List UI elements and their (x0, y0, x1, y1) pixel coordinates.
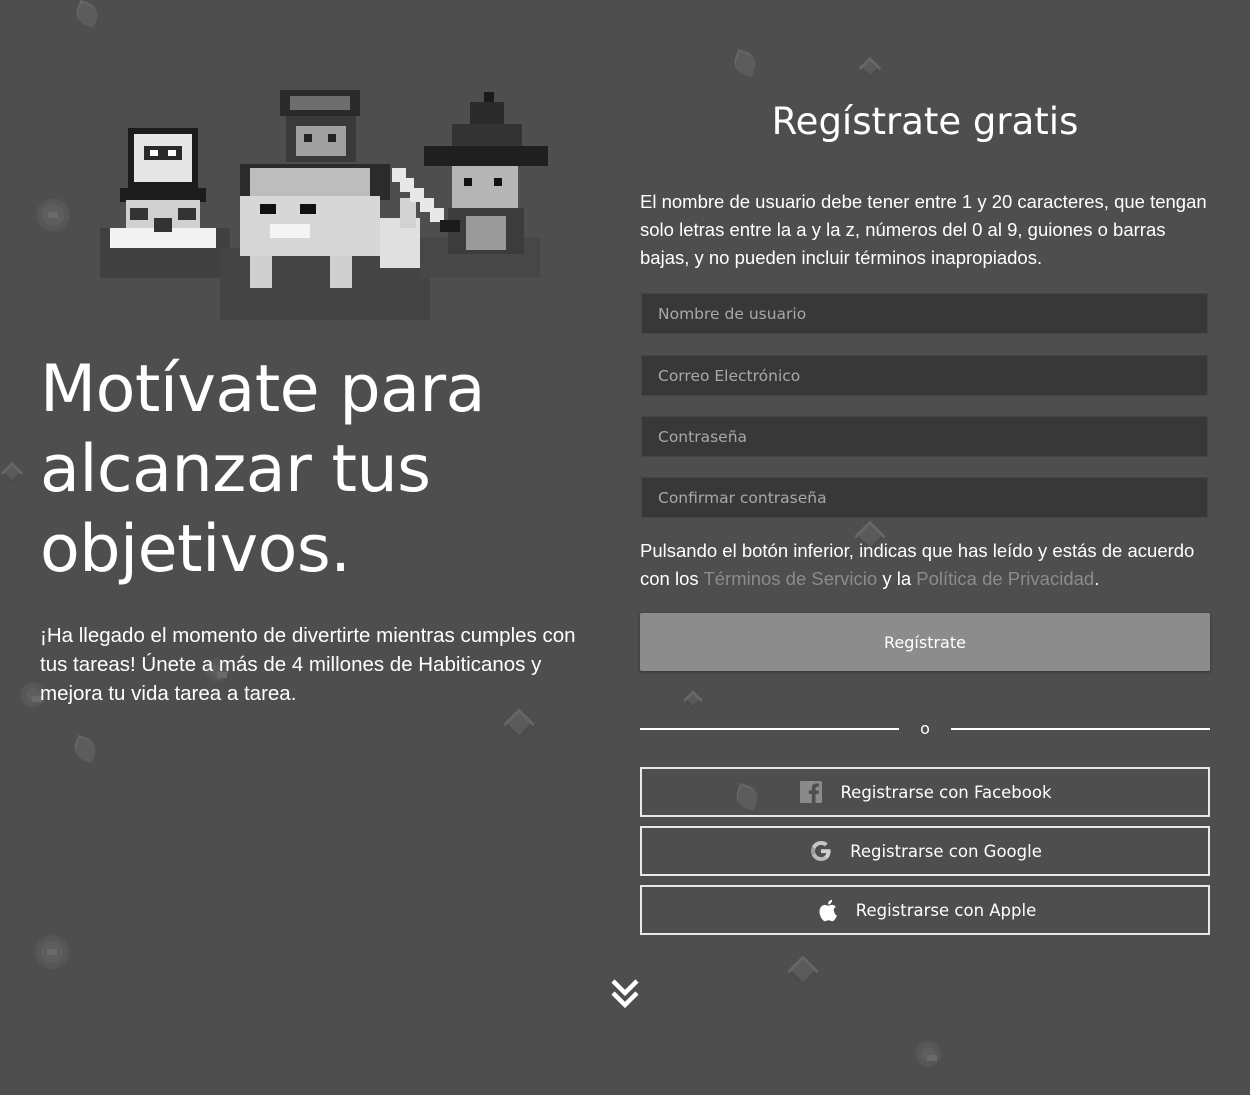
password-field[interactable] (641, 416, 1208, 457)
facebook-icon (798, 779, 824, 805)
coin-decoration-icon (37, 937, 67, 967)
gem-decoration-icon (0, 461, 24, 485)
consent-middle: y la (877, 568, 917, 589)
signup-page: Motívate para alcanzar tus objetivos. ¡H… (0, 0, 1250, 1095)
divider-line-left (640, 728, 899, 730)
leaf-decoration-icon (70, 734, 100, 764)
facebook-signup-label: Registrarse con Facebook (840, 782, 1052, 802)
apple-icon (814, 897, 840, 923)
hero-characters-illustration (100, 90, 548, 320)
terms-of-service-link[interactable]: Términos de Servicio (703, 568, 877, 589)
leaf-decoration-icon (730, 48, 760, 78)
coin-decoration-icon (38, 200, 68, 230)
facebook-signup-button[interactable]: Registrarse con Facebook (640, 767, 1210, 817)
gem-decoration-icon (503, 708, 535, 740)
consent-suffix: . (1094, 568, 1100, 589)
divider-line-right (951, 728, 1210, 730)
email-field[interactable] (641, 355, 1208, 396)
register-button[interactable]: Regístrate (640, 613, 1210, 671)
username-rules-text: El nombre de usuario debe tener entre 1 … (640, 191, 1207, 268)
google-signup-button[interactable]: Registrarse con Google (640, 826, 1210, 876)
apple-signup-label: Registrarse con Apple (855, 900, 1037, 920)
privacy-policy-link[interactable]: Política de Privacidad (916, 568, 1094, 589)
username-field[interactable] (641, 293, 1208, 334)
hero-headline: Motívate para alcanzar tus objetivos. (40, 352, 485, 587)
apple-signup-button[interactable]: Registrarse con Apple (640, 885, 1210, 935)
gem-decoration-icon (787, 955, 819, 987)
gem-decoration-icon (858, 56, 882, 80)
signup-title: Regístrate gratis (771, 100, 1079, 143)
hero-intro-text: ¡Ha llegado el momento de divertirte mie… (40, 624, 576, 705)
knight-character-icon (110, 128, 216, 248)
leaf-decoration-icon (72, 0, 102, 29)
gem-decoration-icon (683, 690, 703, 710)
confirm-password-field[interactable] (641, 477, 1208, 518)
consent-text: Pulsando el botón inferior, indicas que … (640, 537, 1215, 593)
divider-or-label: o (920, 719, 930, 738)
google-signup-label: Registrarse con Google (850, 841, 1042, 861)
coin-decoration-icon (917, 1043, 939, 1065)
google-icon (808, 838, 834, 864)
double-chevron-down-icon[interactable] (609, 975, 641, 1013)
wolf-rider-character-icon (240, 90, 420, 288)
